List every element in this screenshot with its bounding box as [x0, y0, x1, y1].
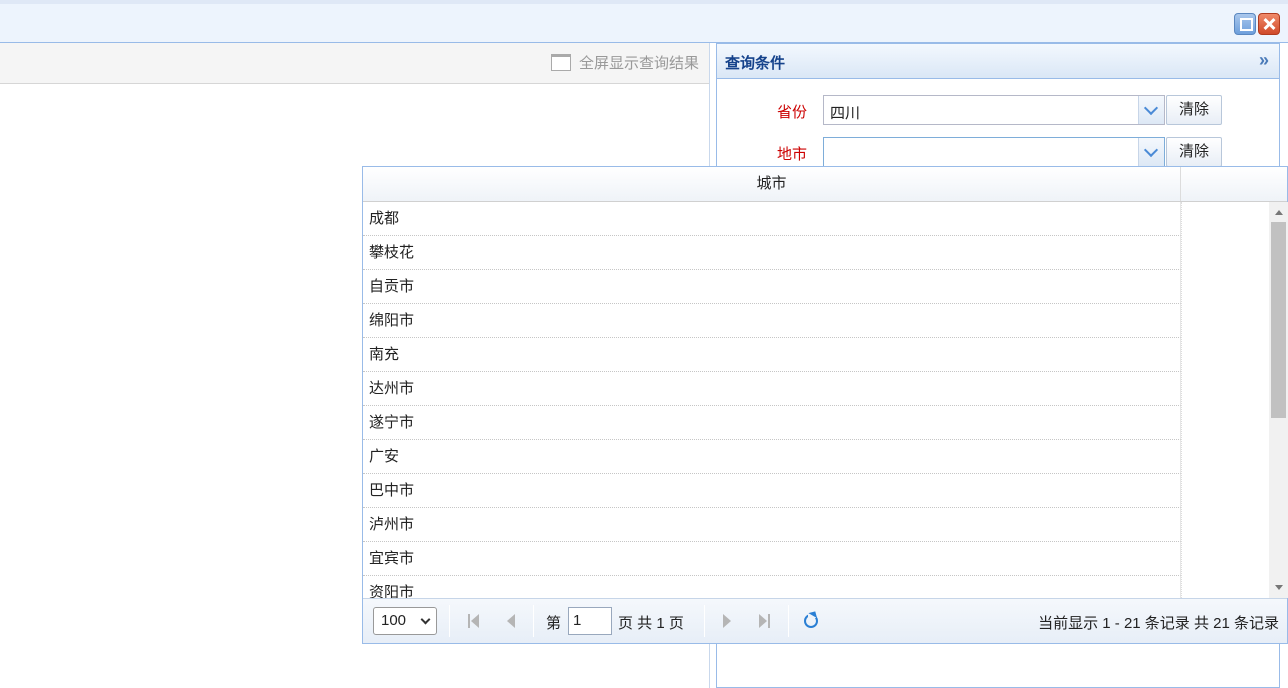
grid-body: 成都 攀枝花 自贡市 绵阳市 南充 达州市 遂宁市 广安 巴中市 泸州市 宜宾市…: [363, 202, 1269, 598]
list-item[interactable]: 自贡市: [363, 270, 1181, 304]
province-clear-button[interactable]: 清除: [1166, 95, 1222, 125]
province-label: 省份: [777, 104, 808, 121]
chevron-down-icon[interactable]: [1138, 138, 1164, 166]
list-item[interactable]: 攀枝花: [363, 236, 1181, 270]
vertical-scrollbar[interactable]: [1269, 202, 1288, 598]
page-prefix: 第: [546, 615, 562, 632]
separator: [449, 605, 450, 637]
list-item[interactable]: 泸州市: [363, 508, 1181, 542]
province-row: 省份 四川 清除: [717, 95, 1281, 125]
page-number-input[interactable]: 1: [568, 607, 612, 635]
fullscreen-label: 全屏显示查询结果: [578, 55, 699, 72]
record-count: 当前显示 1 - 21 条记录 共 21 条记录: [1038, 615, 1279, 632]
city-row: 地市 清除: [717, 137, 1281, 167]
list-item[interactable]: 宜宾市: [363, 542, 1181, 576]
city-dropdown-grid: 城市 成都 攀枝花 自贡市 绵阳市 南充 达州市 遂宁市 广安 巴中市 泸州市 …: [362, 166, 1288, 644]
query-panel-title: 查询条件: [725, 55, 786, 72]
column-header-city[interactable]: 城市: [363, 167, 1181, 201]
list-item[interactable]: 达州市: [363, 372, 1181, 406]
results-toolbar: 全屏显示查询结果: [0, 43, 709, 84]
province-value: 四川: [830, 105, 861, 122]
list-item[interactable]: 南充: [363, 338, 1181, 372]
scroll-up-icon[interactable]: [1275, 210, 1283, 215]
page-suffix: 页 共 1 页: [618, 615, 684, 632]
separator: [788, 605, 789, 637]
chevron-down-icon[interactable]: [1138, 96, 1164, 124]
separator: [533, 605, 534, 637]
province-combo[interactable]: 四川: [823, 95, 1165, 125]
close-icon[interactable]: [1258, 13, 1280, 35]
query-panel-header: 查询条件 »: [717, 44, 1279, 79]
first-page-icon[interactable]: [466, 613, 482, 629]
next-page-icon[interactable]: [719, 613, 735, 629]
collapse-icon[interactable]: »: [1259, 50, 1269, 71]
grid-header: 城市: [363, 167, 1287, 202]
pagination-toolbar: 100 第 1 页 共 1 页 当前显示 1 - 21 条记录 共 21 条记录: [363, 598, 1287, 643]
prev-page-icon[interactable]: [503, 613, 519, 629]
city-clear-button[interactable]: 清除: [1166, 137, 1222, 167]
page-size-value: 100: [381, 612, 407, 629]
city-label: 地市: [777, 146, 808, 163]
scroll-down-icon[interactable]: [1275, 585, 1283, 590]
list-item[interactable]: 遂宁市: [363, 406, 1181, 440]
list-item[interactable]: 资阳市: [363, 576, 1181, 598]
city-combo[interactable]: [823, 137, 1165, 167]
list-item[interactable]: 广安: [363, 440, 1181, 474]
checkbox-icon[interactable]: [550, 54, 571, 71]
restore-icon[interactable]: [1234, 13, 1256, 35]
separator: [704, 605, 705, 637]
last-page-icon[interactable]: [756, 613, 772, 629]
list-item[interactable]: 巴中市: [363, 474, 1181, 508]
fullscreen-toggle[interactable]: 全屏显示查询结果: [550, 52, 699, 73]
page-size-select[interactable]: 100: [373, 607, 437, 635]
window-title-bar: [0, 0, 1288, 43]
list-item[interactable]: 成都: [363, 202, 1181, 236]
scroll-thumb[interactable]: [1271, 222, 1286, 418]
list-item[interactable]: 绵阳市: [363, 304, 1181, 338]
refresh-icon[interactable]: [804, 613, 818, 628]
chevron-down-icon: [420, 614, 431, 625]
